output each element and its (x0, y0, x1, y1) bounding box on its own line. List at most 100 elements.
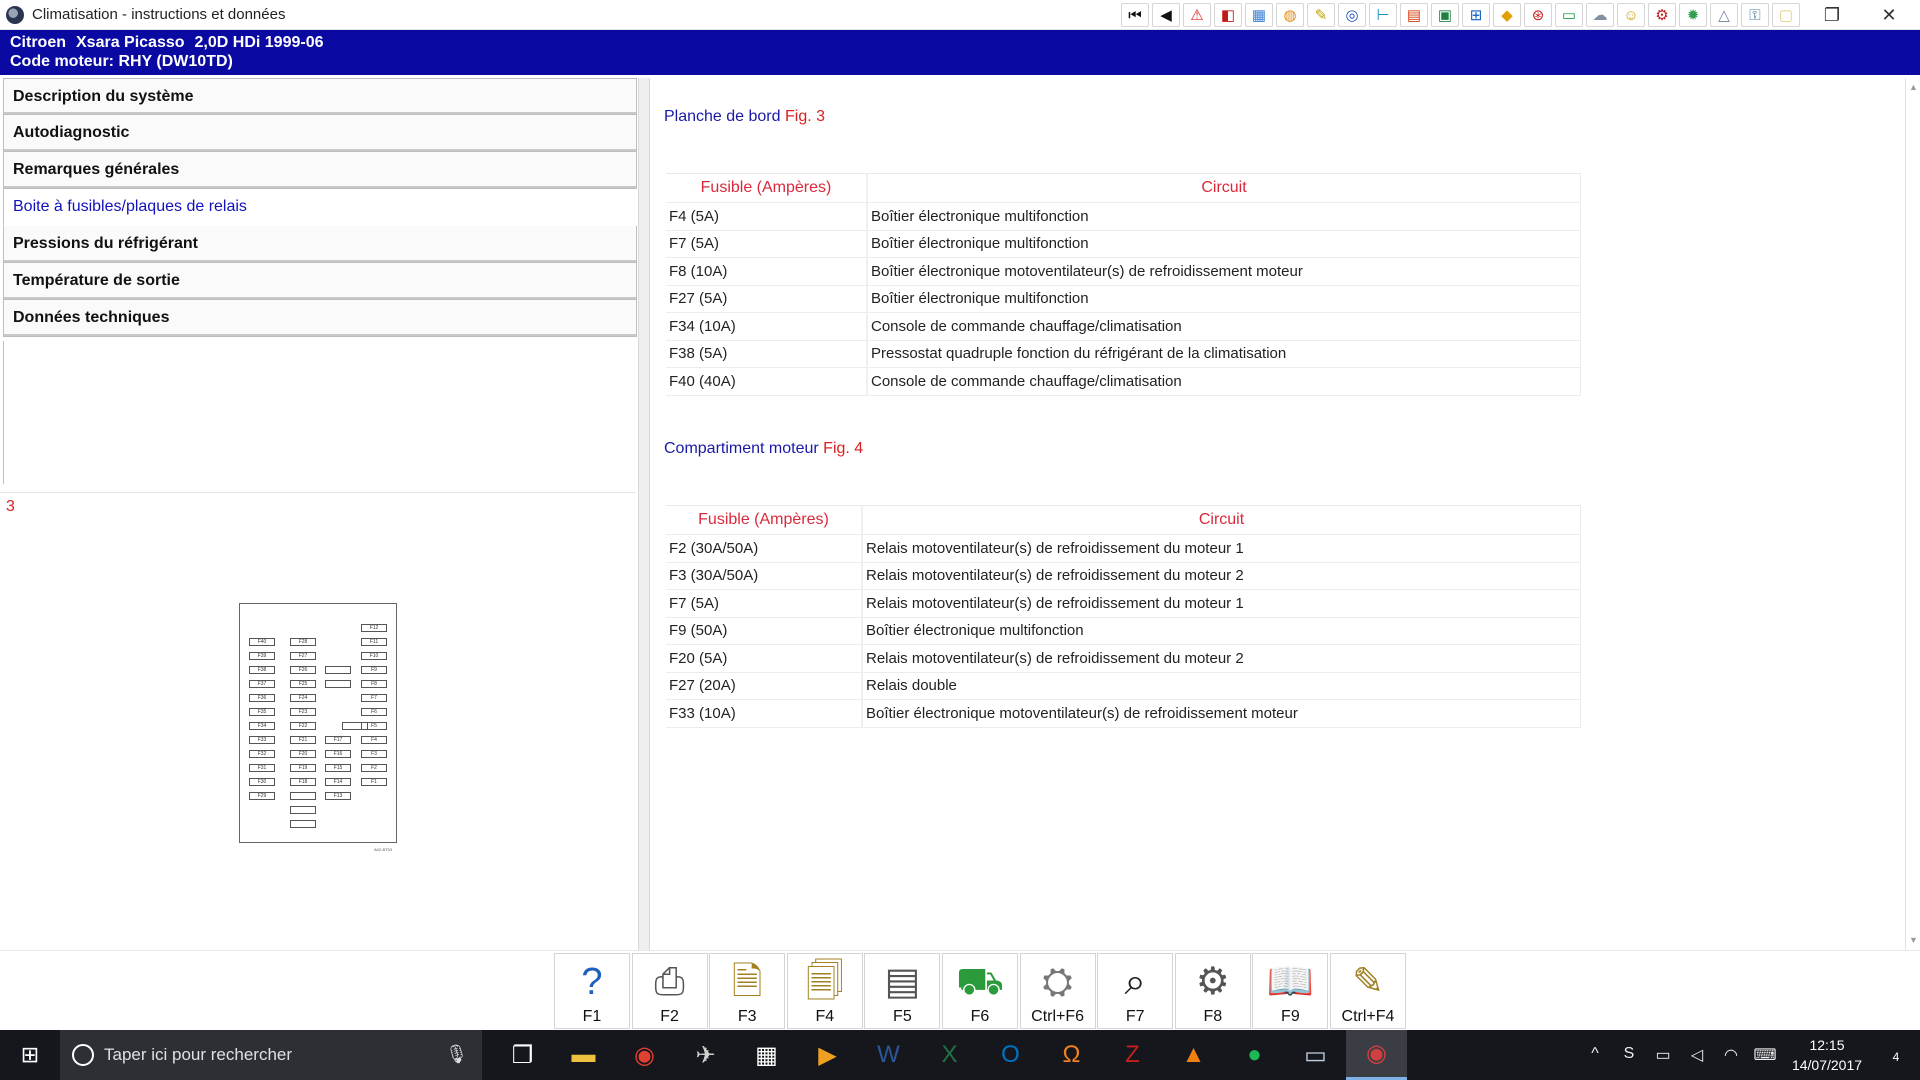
nav-item-donnees[interactable]: Données techniques (3, 300, 637, 337)
globe-icon[interactable]: ◍ (1276, 3, 1304, 27)
keyboard-icon[interactable]: ⌨ (1748, 1045, 1782, 1065)
f6-button[interactable]: ⛟ F6 (942, 953, 1018, 1029)
nav-item-temperature[interactable]: Température de sortie (3, 263, 637, 300)
table-row: F40 (40A) Console de commande chauffage/c… (666, 367, 1581, 396)
figure-link[interactable]: Fig. 3 (785, 108, 825, 125)
f2-print-button[interactable]: ⎙ F2 (631, 953, 708, 1029)
fuse-slot: F10 (361, 652, 387, 660)
chart-icon[interactable]: ▤ (1400, 3, 1428, 27)
fuse-slot: F9 (361, 666, 387, 674)
note-icon[interactable]: ▢ (1772, 3, 1800, 27)
key-icon[interactable]: ⚿ (1741, 3, 1769, 27)
word-icon[interactable]: W (858, 1030, 919, 1080)
spotify-icon[interactable]: ● (1224, 1030, 1285, 1080)
media-player-icon[interactable]: ▶ (797, 1030, 858, 1080)
tool-app-icon[interactable]: ✈ (675, 1030, 736, 1080)
f9-button[interactable]: 📖 F9 (1252, 953, 1329, 1029)
f4-button[interactable]: 🗐 F4 (786, 953, 863, 1029)
window-title: Climatisation - instructions et données (32, 6, 286, 23)
f3-button[interactable]: 🗎 F3 (709, 953, 786, 1029)
f1-help-button[interactable]: ? F1 (554, 953, 630, 1029)
column-header-circuit: Circuit (866, 173, 1581, 203)
smiley-icon[interactable]: ☺ (1617, 3, 1645, 27)
windows-start-icon[interactable]: ⊞ (0, 1030, 60, 1080)
wifi-icon[interactable]: ◠ (1714, 1045, 1748, 1065)
fuse-box-diagram: F40 F39 F38 F37 F36 F35 F34 F33 F32 F31 F30 F29 F28 F… (239, 603, 397, 843)
prev-icon[interactable]: ◀ (1152, 3, 1180, 27)
empty-fuse-slot (325, 680, 351, 688)
fuse-cell: F7 (5A) (666, 229, 867, 258)
warning-icon[interactable]: ⚠ (1183, 3, 1211, 27)
network-icon[interactable]: ⊞ (1462, 3, 1490, 27)
microphone-icon[interactable]: 🎙 (445, 1044, 468, 1065)
scroll-up-icon[interactable]: ▲ (1908, 82, 1919, 93)
chevron-up-icon[interactable]: ^ (1578, 1045, 1612, 1065)
alert-outline-icon[interactable]: △ (1710, 3, 1738, 27)
ctrl-f4-button[interactable]: ✎ Ctrl+F4 (1330, 953, 1406, 1029)
fuse-slot: F8 (361, 680, 387, 688)
chrome-icon[interactable]: ◉ (614, 1030, 675, 1080)
pipe-icon[interactable]: ⊢ (1369, 3, 1397, 27)
nav-item-fusibles[interactable]: Boite à fusibles/plaques de relais (3, 189, 637, 226)
filezilla-icon[interactable]: Z (1102, 1030, 1163, 1080)
outlook-icon[interactable]: O (980, 1030, 1041, 1080)
tag-icon[interactable]: ◆ (1493, 3, 1521, 27)
notification-count: 4 (1892, 1049, 1900, 1064)
clock[interactable]: 12:15 14/07/2017 (1782, 1035, 1872, 1075)
laptop-icon[interactable]: ▭ (1285, 1030, 1346, 1080)
nav-item-remarques[interactable]: Remarques générales (3, 152, 637, 189)
ctrl-f6-button[interactable]: ⛭ Ctrl+F6 (1019, 953, 1096, 1029)
fuse-slot: F33 (249, 736, 275, 744)
restore-button[interactable]: ❐ (1809, 0, 1855, 30)
skype-icon[interactable]: S (1612, 1045, 1646, 1065)
gear-icon[interactable]: ✹ (1679, 3, 1707, 27)
disc-icon[interactable]: ◎ (1338, 3, 1366, 27)
map-icon[interactable]: ▦ (1245, 3, 1273, 27)
excel-icon[interactable]: X (919, 1030, 980, 1080)
empty-fuse-slot (325, 666, 351, 674)
volume-icon[interactable]: ◁ (1680, 1045, 1714, 1065)
tools-icon[interactable]: ✎ (1307, 3, 1335, 27)
fuse-cell: F27 (5A) (666, 284, 867, 313)
mechanic-icon: ⚙ (1195, 961, 1230, 1003)
fuse-slot: F31 (249, 764, 275, 772)
fuse-slot: F4 (361, 736, 387, 744)
close-button[interactable]: ✕ (1866, 0, 1912, 30)
vlc-icon[interactable]: ▲ (1163, 1030, 1224, 1080)
search-input[interactable]: Taper ici pour rechercher 🎙 (60, 1030, 482, 1080)
cortana-icon (72, 1044, 94, 1066)
f5-button[interactable]: ▤ F5 (864, 953, 941, 1029)
autodata-icon[interactable]: ◉ (1346, 1030, 1407, 1080)
car-icon[interactable]: ⊛ (1524, 3, 1552, 27)
figure-link[interactable]: Fig. 4 (823, 440, 863, 457)
fuse-slot: F7 (361, 694, 387, 702)
first-icon[interactable]: ⏮ (1121, 3, 1149, 27)
circuit-cell: Relais motoventilateur(s) de refroidisse… (861, 644, 1581, 672)
nav-item-pressions[interactable]: Pressions du réfrigérant (3, 226, 637, 263)
headphones-icon[interactable]: Ω (1041, 1030, 1102, 1080)
battery-icon[interactable]: ▭ (1646, 1045, 1680, 1065)
battery-icon[interactable]: ▭ (1555, 3, 1583, 27)
nav-item-autodiagnostic[interactable]: Autodiagnostic (3, 115, 637, 152)
f8-button[interactable]: ⚙ F8 (1174, 953, 1251, 1029)
fuse-slot: F38 (249, 666, 275, 674)
f7-button[interactable]: ⌕ F7 (1097, 953, 1174, 1029)
file-explorer-icon[interactable]: ▬ (553, 1030, 614, 1080)
book-icon[interactable]: ▣ (1431, 3, 1459, 27)
task-view-icon[interactable]: ❐ (492, 1030, 553, 1080)
splitter[interactable] (638, 78, 650, 950)
fkey-label: F8 (1203, 1008, 1223, 1025)
fkey-label: F9 (1281, 1008, 1300, 1025)
notification-icon[interactable]: 4 (1872, 1045, 1920, 1066)
title-bar: Climatisation - instructions et données … (0, 0, 1920, 30)
vehicle-icon: ⛟ (956, 961, 1004, 1003)
scroll-down-icon[interactable]: ▼ (1908, 935, 1919, 946)
calculator-icon[interactable]: ▦ (736, 1030, 797, 1080)
nav-item-description[interactable]: Description du système (3, 78, 637, 115)
vehicle-model: Xsara Picasso (76, 34, 185, 51)
cloud-icon[interactable]: ☁ (1586, 3, 1614, 27)
flag-icon[interactable]: ◧ (1214, 3, 1242, 27)
circuit-cell: Boîtier électronique multifonction (861, 616, 1581, 645)
scrollbar[interactable]: ▲ ▼ (1905, 78, 1920, 950)
engine-icon[interactable]: ⚙ (1648, 3, 1676, 27)
